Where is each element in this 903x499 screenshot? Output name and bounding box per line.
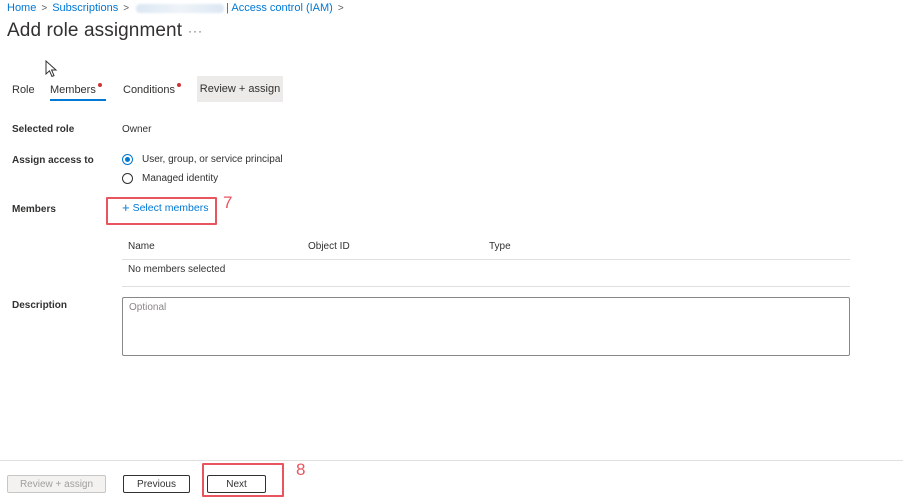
chevron-right-icon: > xyxy=(123,2,130,14)
radio-user-group-sp-label: User, group, or service principal xyxy=(142,154,283,165)
selected-role-label: Selected role xyxy=(12,124,75,135)
column-header-name[interactable]: Name xyxy=(128,241,155,252)
annotation-highlight-step8 xyxy=(202,463,284,497)
description-field[interactable] xyxy=(122,297,850,356)
more-options-icon[interactable]: ··· xyxy=(188,24,203,38)
tab-conditions-label: Conditions xyxy=(123,84,175,96)
footer-divider xyxy=(0,460,903,461)
breadcrumb-home[interactable]: Home xyxy=(7,2,36,14)
members-label: Members xyxy=(12,204,56,215)
breadcrumb: Home > Subscriptions > | Access control … xyxy=(7,1,349,15)
annotation-highlight-step7 xyxy=(106,197,217,225)
annotation-step7: 7 xyxy=(223,193,233,212)
radio-managed-identity[interactable]: Managed identity xyxy=(122,173,218,184)
description-label: Description xyxy=(12,300,68,311)
radio-unchecked-icon xyxy=(122,173,133,184)
required-dot-icon xyxy=(97,83,102,87)
previous-button[interactable]: Previous xyxy=(123,475,190,493)
table-divider xyxy=(122,286,850,287)
radio-checked-icon xyxy=(122,154,133,165)
annotation-step8: 8 xyxy=(296,460,306,479)
tab-role-label: Role xyxy=(12,84,35,96)
column-header-object-id[interactable]: Object ID xyxy=(308,241,350,252)
table-divider xyxy=(122,259,850,260)
tab-role[interactable]: Role xyxy=(12,84,35,96)
active-tab-indicator xyxy=(50,99,106,101)
tab-review-assign-label: Review + assign xyxy=(199,83,281,95)
radio-managed-identity-label: Managed identity xyxy=(142,173,219,184)
chevron-right-icon: > xyxy=(337,2,344,14)
radio-user-group-sp[interactable]: User, group, or service principal xyxy=(122,154,283,165)
page-title: Add role assignment xyxy=(7,20,183,41)
column-header-type[interactable]: Type xyxy=(489,241,511,252)
breadcrumb-subscription-name-redacted[interactable] xyxy=(136,3,225,13)
tab-members[interactable]: Members xyxy=(50,83,102,96)
tab-review-assign[interactable]: Review + assign xyxy=(197,76,283,102)
previous-button-label: Previous xyxy=(137,478,176,490)
mouse-cursor-icon xyxy=(45,60,58,78)
tab-members-label: Members xyxy=(50,84,96,96)
tab-conditions[interactable]: Conditions xyxy=(123,83,181,96)
review-assign-button[interactable]: Review + assign xyxy=(7,475,106,493)
selected-role-value: Owner xyxy=(122,124,152,135)
required-dot-icon xyxy=(176,83,181,87)
review-assign-button-label: Review + assign xyxy=(19,478,94,490)
chevron-right-icon: > xyxy=(41,2,48,14)
breadcrumb-subscriptions[interactable]: Subscriptions xyxy=(52,2,118,14)
breadcrumb-access-control[interactable]: | Access control (IAM) xyxy=(226,2,333,14)
assign-access-label: Assign access to xyxy=(12,155,94,166)
table-empty-message: No members selected xyxy=(128,264,226,275)
